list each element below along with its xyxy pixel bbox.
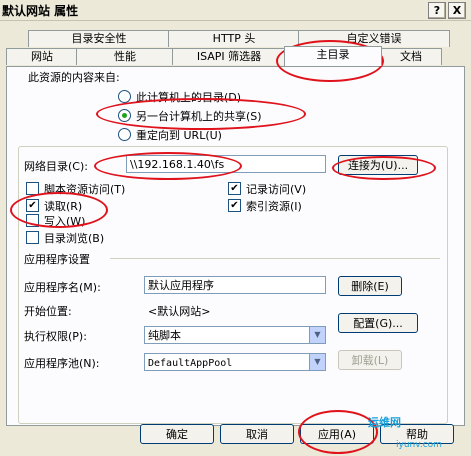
app-pool-select[interactable]: DefaultAppPool ▼: [144, 353, 326, 371]
script-access-checkbox[interactable]: [26, 182, 39, 195]
exec-permission-select[interactable]: 纯脚本 ▼: [144, 326, 326, 344]
app-settings-divider: [110, 258, 440, 259]
radio-local-directory-label: 此计算机上的目录(D): [136, 91, 242, 104]
connect-as-button[interactable]: 连接为(U)...: [338, 155, 418, 175]
radio-network-share[interactable]: [118, 109, 131, 122]
tab-http-headers[interactable]: HTTP 头: [168, 30, 300, 47]
tab-documents[interactable]: 文档: [380, 48, 442, 65]
tab-isapi-filters[interactable]: ISAPI 筛选器: [172, 48, 286, 65]
tab-directory-security[interactable]: 目录安全性: [28, 30, 170, 47]
tab-website[interactable]: 网站: [6, 48, 78, 65]
network-dir-label: 网络目录(C):: [24, 160, 88, 173]
content-source-heading: 此资源的内容来自:: [28, 71, 120, 84]
write-label: 写入(W): [44, 215, 86, 228]
write-checkbox[interactable]: [26, 214, 39, 227]
script-access-label: 脚本资源访问(T): [44, 183, 126, 196]
index-resource-label: 索引资源(I): [246, 200, 302, 213]
chevron-down-icon[interactable]: ▼: [309, 327, 325, 343]
directory-browse-checkbox[interactable]: [26, 231, 39, 244]
start-position-value: <默认网站>: [148, 305, 211, 318]
close-button[interactable]: X: [448, 2, 466, 19]
directory-browse-label: 目录浏览(B): [44, 232, 105, 245]
help-button[interactable]: ?: [428, 2, 446, 19]
cancel-button[interactable]: 取消: [220, 424, 294, 444]
tab-custom-errors[interactable]: 自定义错误: [298, 30, 450, 47]
radio-local-directory[interactable]: [118, 90, 131, 103]
radio-redirect-url[interactable]: [118, 128, 131, 141]
apply-button[interactable]: 应用(A): [300, 424, 374, 444]
exec-permission-value: 纯脚本: [148, 329, 181, 342]
watermark-url: iyunv.com: [396, 440, 442, 450]
log-visits-checkbox[interactable]: ✔: [228, 182, 241, 195]
read-label: 读取(R): [44, 200, 83, 213]
index-resource-checkbox[interactable]: ✔: [228, 199, 241, 212]
radio-redirect-url-label: 重定向到 URL(U): [136, 129, 222, 142]
watermark-text: 运维网: [368, 416, 401, 429]
unload-button[interactable]: 卸载(L): [338, 350, 402, 370]
window-title: 默认网站 属性: [2, 4, 79, 18]
config-button[interactable]: 配置(G)...: [338, 313, 418, 333]
tab-performance[interactable]: 性能: [76, 48, 174, 65]
chevron-down-icon[interactable]: ▼: [309, 354, 325, 370]
app-pool-label: 应用程序池(N):: [24, 357, 100, 370]
read-checkbox[interactable]: ✔: [26, 199, 39, 212]
app-pool-value: DefaultAppPool: [148, 358, 233, 369]
radio-network-share-label: 另一台计算机上的共享(S): [136, 110, 262, 123]
start-position-label: 开始位置:: [24, 305, 72, 318]
log-visits-label: 记录访问(V): [246, 183, 307, 196]
network-dir-input[interactable]: \\192.168.1.40\fs: [126, 155, 326, 173]
remove-button[interactable]: 删除(E): [338, 276, 402, 296]
title-bar: 默认网站 属性 ? X: [0, 0, 471, 21]
app-settings-heading: 应用程序设置: [24, 253, 90, 266]
app-name-label: 应用程序名(M):: [24, 281, 101, 294]
ok-button[interactable]: 确定: [140, 424, 214, 444]
tab-home-directory[interactable]: 主目录: [284, 46, 382, 66]
exec-permission-label: 执行权限(P):: [24, 330, 87, 343]
app-name-input[interactable]: 默认应用程序: [144, 276, 326, 294]
